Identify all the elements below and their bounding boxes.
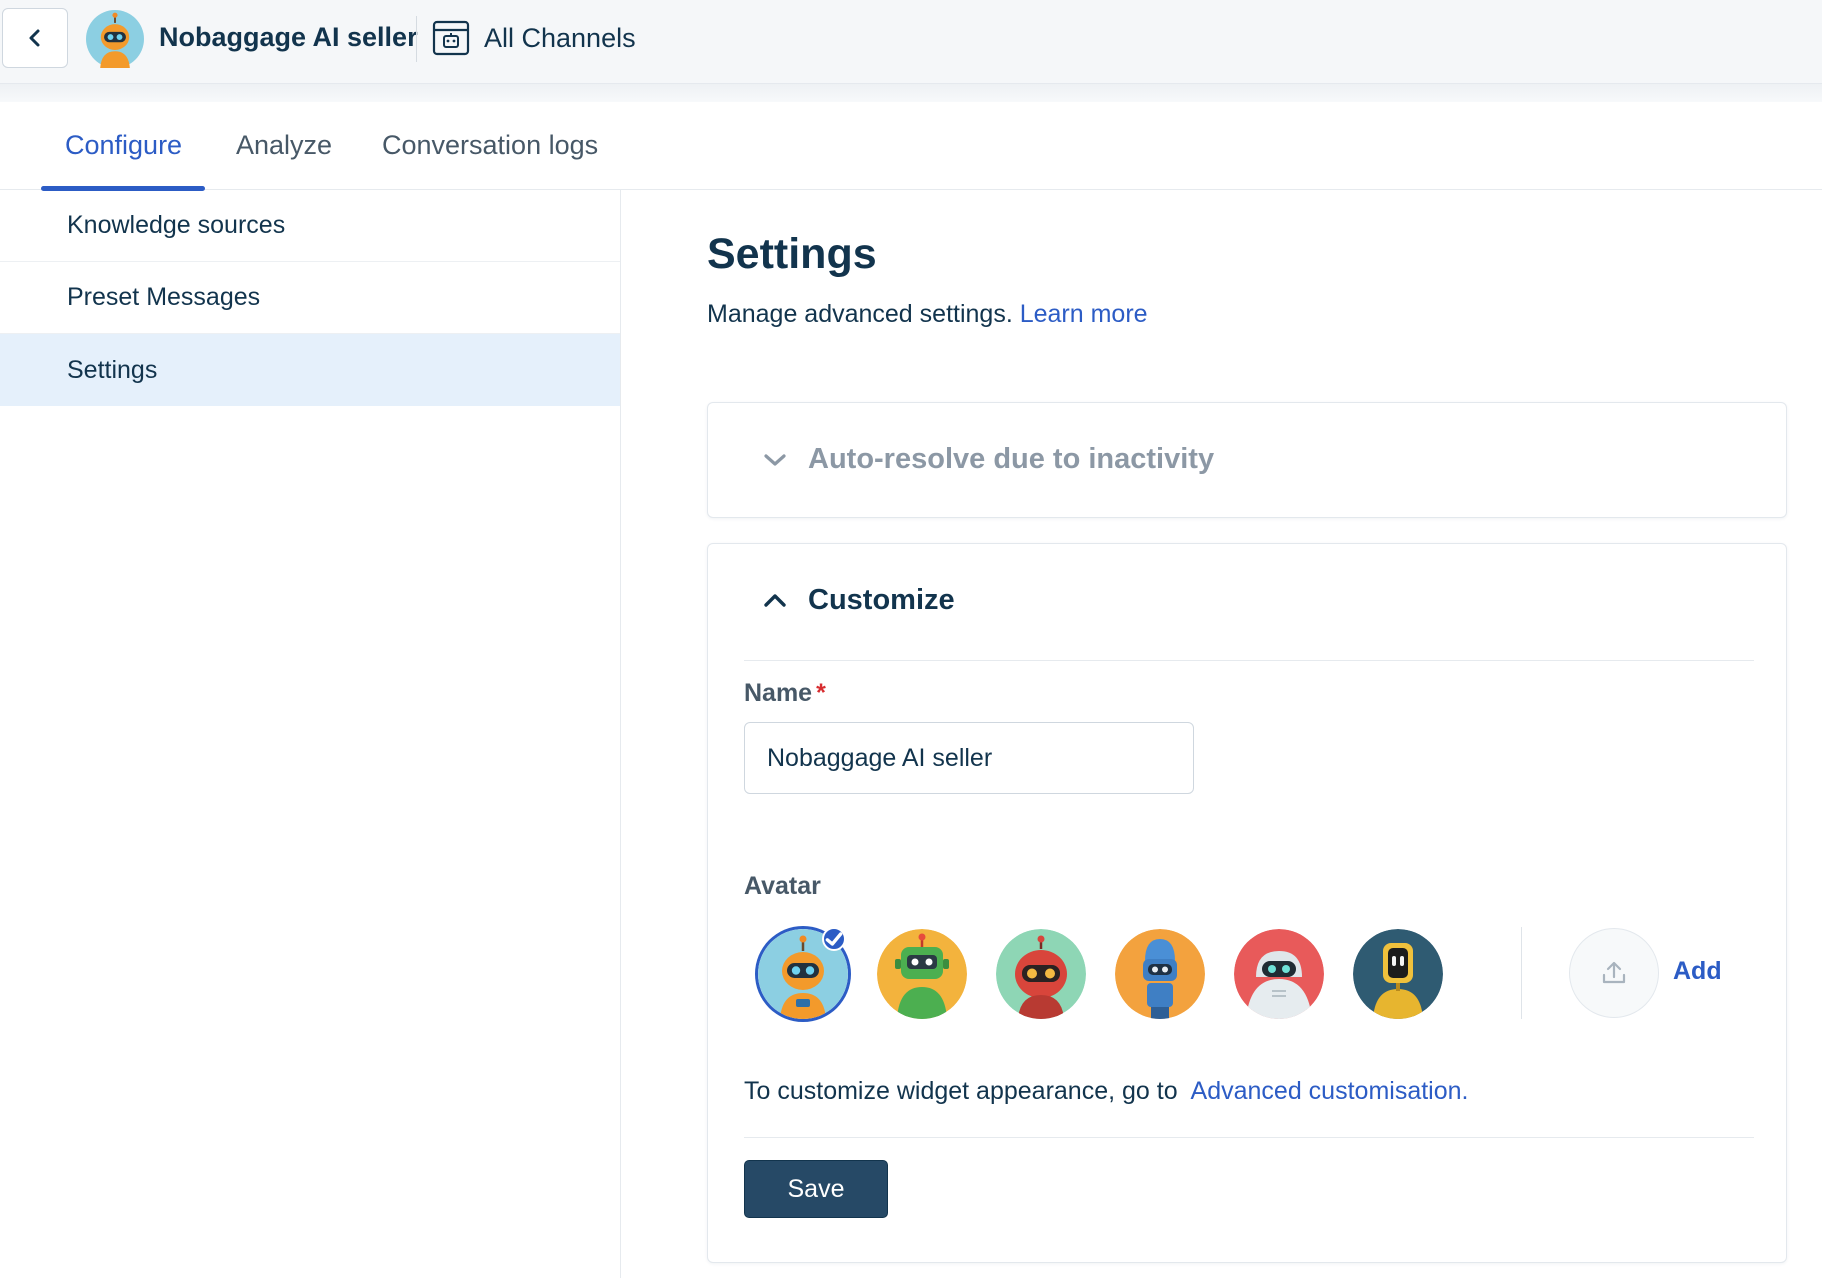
tab-analyze[interactable]: Analyze xyxy=(236,130,332,161)
avatar-picker: Add xyxy=(758,927,1758,1029)
auto-resolve-card: Auto-resolve due to inactivity xyxy=(707,402,1787,518)
sidebar-item-preset-messages[interactable]: Preset Messages xyxy=(0,262,620,334)
tab-configure[interactable]: Configure xyxy=(65,130,182,161)
top-bar-separator xyxy=(0,84,1822,102)
avatar-option-6[interactable] xyxy=(1353,929,1443,1019)
auto-resolve-accordion-header[interactable]: Auto-resolve due to inactivity xyxy=(760,443,1214,476)
avatar-field-label: Avatar xyxy=(744,872,821,900)
advanced-customisation-link[interactable]: Advanced customisation. xyxy=(1191,1077,1469,1105)
back-button[interactable] xyxy=(2,8,68,68)
channel-widget-icon xyxy=(432,19,470,57)
sidebar: Knowledge sources Preset Messages Settin… xyxy=(0,190,621,1278)
page-subtitle: Manage advanced settings. Learn more xyxy=(707,300,1148,329)
chevron-up-icon xyxy=(764,593,786,607)
chevron-down-icon xyxy=(764,453,786,466)
upload-icon xyxy=(1602,961,1626,984)
customize-card: Customize Name* Avatar xyxy=(707,543,1787,1263)
learn-more-link[interactable]: Learn more xyxy=(1020,300,1148,328)
blue-robot-avatar-icon xyxy=(1115,929,1205,1019)
avatar-option-1[interactable] xyxy=(758,927,848,1019)
top-bar: Nobaggage AI seller All Channels xyxy=(0,0,1822,84)
name-label-text: Name xyxy=(744,679,813,707)
agent-avatar xyxy=(86,10,144,68)
subtitle-text: Manage advanced settings. xyxy=(707,300,1013,328)
white-robot-avatar-icon xyxy=(1234,929,1324,1019)
auto-resolve-title: Auto-resolve due to inactivity xyxy=(808,443,1215,475)
header-divider xyxy=(416,16,417,62)
channel-selector[interactable]: All Channels xyxy=(484,23,636,54)
save-button[interactable]: Save xyxy=(744,1160,888,1218)
customize-accordion-header[interactable]: Customize xyxy=(760,584,955,617)
advanced-customisation-note: To customize widget appearance, go to Ad… xyxy=(744,1077,1468,1106)
tab-conversation-logs[interactable]: Conversation logs xyxy=(382,130,598,161)
upload-avatar-button[interactable] xyxy=(1569,928,1659,1018)
avatar-divider xyxy=(1521,927,1522,1019)
tab-bar: Configure Analyze Conversation logs xyxy=(0,102,1822,191)
avatar-option-5[interactable] xyxy=(1234,929,1324,1019)
avatar-option-4[interactable] xyxy=(1115,929,1205,1019)
page-title: Settings xyxy=(707,230,877,278)
sidebar-item-settings[interactable]: Settings xyxy=(0,334,620,406)
yellow-robot-avatar-icon xyxy=(1353,929,1443,1019)
sidebar-item-knowledge-sources[interactable]: Knowledge sources xyxy=(0,190,620,262)
required-asterisk: * xyxy=(816,679,826,707)
red-robot-avatar-icon xyxy=(996,929,1086,1019)
orange-robot-avatar-icon xyxy=(86,10,144,68)
name-input[interactable] xyxy=(744,722,1194,794)
selected-check-icon xyxy=(822,927,846,951)
customize-header-divider xyxy=(744,660,1754,661)
footer-divider xyxy=(744,1137,1754,1138)
chevron-left-icon xyxy=(29,29,40,47)
avatar-option-2[interactable] xyxy=(877,929,967,1019)
avatar-option-3[interactable] xyxy=(996,929,1086,1019)
customize-title: Customize xyxy=(808,584,955,616)
note-text: To customize widget appearance, go to xyxy=(744,1077,1178,1105)
add-avatar-link[interactable]: Add xyxy=(1673,957,1722,986)
green-robot-avatar-icon xyxy=(877,929,967,1019)
name-field-label: Name * xyxy=(744,679,826,708)
agent-name: Nobaggage AI seller xyxy=(159,22,418,52)
